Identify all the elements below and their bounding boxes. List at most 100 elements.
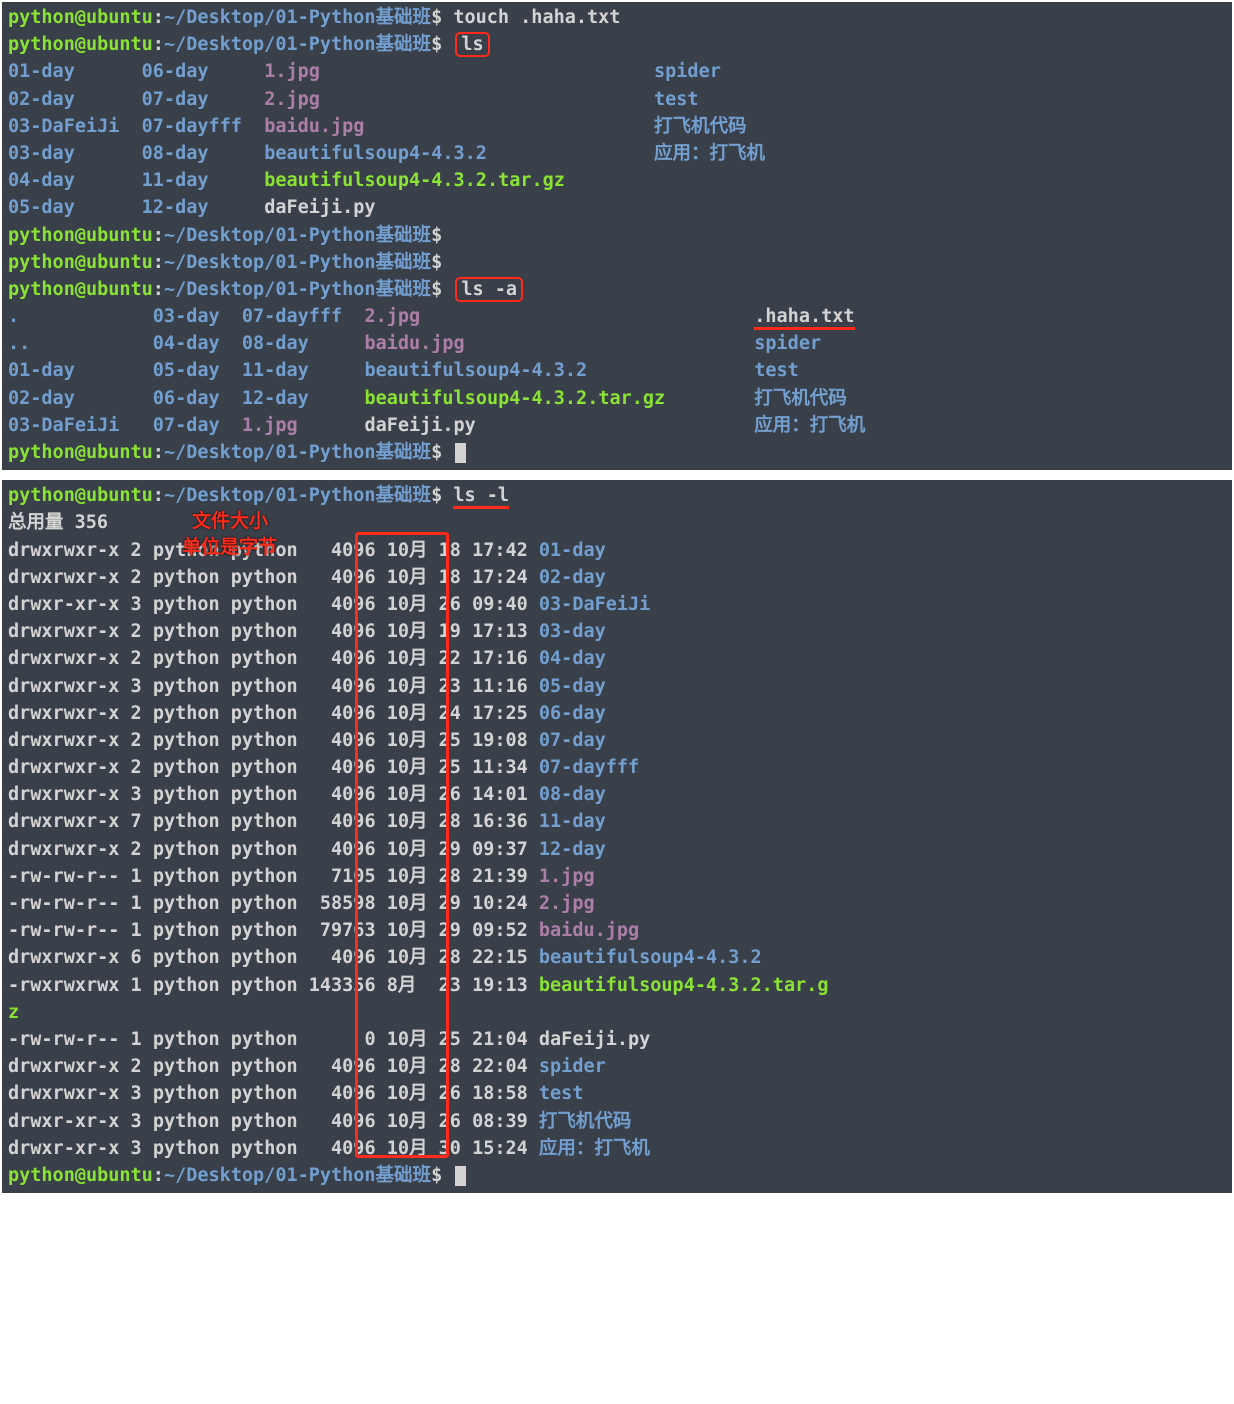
prompt-user: python@ubuntu — [8, 7, 153, 28]
file-name: 2.jpg — [539, 893, 595, 914]
prompt-path: ~/Desktop/01-Python基础班 — [164, 252, 431, 273]
ls-entry: 08-day — [242, 333, 365, 354]
time: 17:42 — [472, 540, 528, 561]
owner: python — [153, 1138, 220, 1159]
prompt-sep: : — [153, 279, 164, 300]
links: 1 — [131, 893, 142, 914]
size: 4096 — [309, 784, 376, 805]
time: 17:13 — [472, 621, 528, 642]
file-name: beautifulsoup4-4.3.2 — [539, 947, 762, 968]
month: 10月 — [387, 1138, 428, 1159]
ls-entry: beautifulsoup4-4.3.2.tar.gz — [264, 170, 654, 191]
links: 2 — [131, 621, 142, 642]
group: python — [231, 893, 298, 914]
day: 28 — [439, 947, 461, 968]
size: 4096 — [309, 730, 376, 751]
prompt-path: ~/Desktop/01-Python基础班 — [164, 442, 431, 463]
file-name: daFeiji.py — [539, 1029, 650, 1050]
ls-entry: daFeiji.py — [364, 415, 754, 436]
time: 18:58 — [472, 1083, 528, 1104]
group: python — [231, 676, 298, 697]
perm: drwxrwxr-x — [8, 676, 119, 697]
perm: -rw-rw-r-- — [8, 893, 119, 914]
cursor-block — [455, 443, 466, 463]
file-name: 应用：打飞机 — [539, 1138, 650, 1159]
month: 10月 — [387, 1056, 428, 1077]
prompt-dollar: $ — [431, 1165, 442, 1186]
month: 10月 — [387, 703, 428, 724]
owner: python — [153, 1083, 220, 1104]
day: 25 — [439, 1029, 461, 1050]
file-name: 03-DaFeiJi — [539, 594, 650, 615]
perm: drwxrwxr-x — [8, 540, 119, 561]
month: 10月 — [387, 567, 428, 588]
group: python — [231, 784, 298, 805]
ls-entry: 01-day — [8, 360, 153, 381]
ls-entry: beautifulsoup4-4.3.2.tar.gz — [364, 388, 754, 409]
owner: python — [153, 730, 220, 751]
group: python — [231, 540, 298, 561]
owner: python — [153, 893, 220, 914]
perm: -rwxrwxrwx — [8, 975, 119, 996]
file-name: 04-day — [539, 648, 606, 669]
time: 22:04 — [472, 1056, 528, 1077]
prompt-user: python@ubuntu — [8, 252, 153, 273]
cursor-block — [455, 1166, 466, 1186]
day: 19 — [439, 621, 461, 642]
file-name: 11-day — [539, 811, 606, 832]
cmd-ls-a: ls -a — [461, 279, 517, 300]
ls-entry: 04-day — [153, 333, 242, 354]
ls-entry: 07-day — [153, 415, 242, 436]
day: 28 — [439, 1056, 461, 1077]
ls-entry: . — [8, 306, 153, 327]
day: 26 — [439, 594, 461, 615]
time: 11:16 — [472, 676, 528, 697]
size: 58598 — [309, 893, 376, 914]
perm: -rw-rw-r-- — [8, 866, 119, 887]
group: python — [231, 975, 298, 996]
group: python — [231, 1056, 298, 1077]
perm: drwxrwxr-x — [8, 730, 119, 751]
perm: drwxrwxr-x — [8, 621, 119, 642]
day: 22 — [439, 648, 461, 669]
group: python — [231, 757, 298, 778]
file-name: 07-day — [539, 730, 606, 751]
day: 29 — [439, 893, 461, 914]
ls-entry: 07-dayfff — [242, 306, 365, 327]
ls-hidden-file: .haha.txt — [754, 306, 854, 330]
time: 09:52 — [472, 920, 528, 941]
size: 4096 — [309, 567, 376, 588]
owner: python — [153, 594, 220, 615]
perm: drwxrwxr-x — [8, 1083, 119, 1104]
owner: python — [153, 1056, 220, 1077]
month: 8月 — [387, 975, 428, 996]
size: 4096 — [309, 1138, 376, 1159]
links: 2 — [131, 648, 142, 669]
prompt-dollar: $ — [431, 485, 442, 506]
terminal-1[interactable]: python@ubuntu:~/Desktop/01-Python基础班$ to… — [2, 2, 1232, 470]
perm: drwxrwxr-x — [8, 1056, 119, 1077]
group: python — [231, 811, 298, 832]
day: 26 — [439, 1111, 461, 1132]
ls-entry: 01-day — [8, 61, 142, 82]
perm: drwxrwxr-x — [8, 839, 119, 860]
prompt-user: python@ubuntu — [8, 442, 153, 463]
ls-entry: 05-day — [153, 360, 242, 381]
ls-entry: 2.jpg — [364, 306, 754, 327]
month: 10月 — [387, 866, 428, 887]
links: 2 — [131, 730, 142, 751]
annotation-filesize-1: 文件大小 — [192, 508, 268, 536]
ls-entry: 打飞机代码 — [754, 388, 847, 409]
ls-entry: 12-day — [242, 388, 365, 409]
prompt-path: ~/Desktop/01-Python基础班 — [164, 279, 431, 300]
terminal-2[interactable]: python@ubuntu:~/Desktop/01-Python基础班$ ls… — [2, 480, 1232, 1193]
size: 4096 — [309, 757, 376, 778]
time: 17:24 — [472, 567, 528, 588]
file-name: 06-day — [539, 703, 606, 724]
prompt-sep: : — [153, 1165, 164, 1186]
ls-entry: 03-day — [8, 143, 142, 164]
month: 10月 — [387, 920, 428, 941]
month: 10月 — [387, 730, 428, 751]
size: 4096 — [309, 703, 376, 724]
owner: python — [153, 811, 220, 832]
